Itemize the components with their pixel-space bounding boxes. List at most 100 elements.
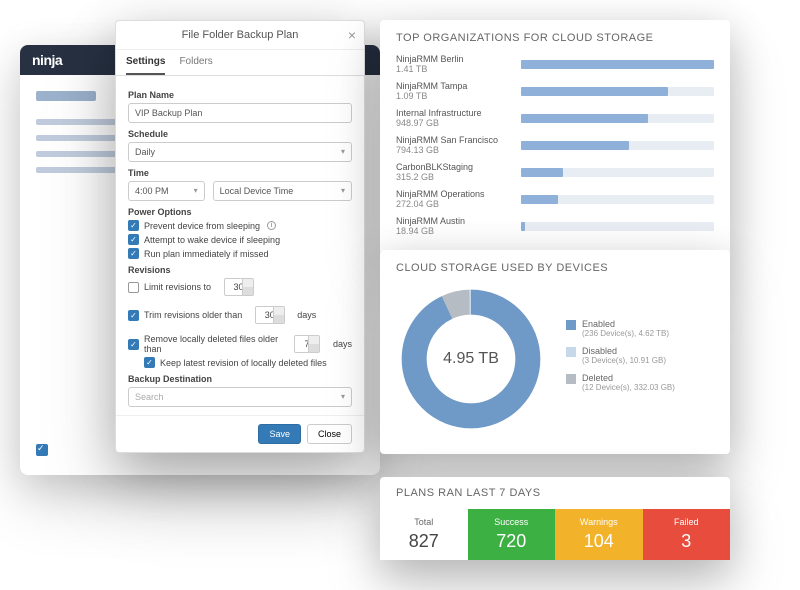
close-icon[interactable]: × <box>348 27 356 43</box>
organization-row[interactable]: Internal Infrastructure948.97 GB <box>396 108 714 128</box>
destination-label: Backup Destination <box>128 374 352 384</box>
plan-fail-label: Failed <box>643 517 731 527</box>
org-name: NinjaRMM Austin <box>396 216 511 226</box>
days-suffix-2: days <box>333 339 352 349</box>
plan-warnings[interactable]: Warnings 104 <box>555 509 643 560</box>
checkbox-limit-revisions[interactable] <box>128 282 139 293</box>
org-bar <box>521 168 563 177</box>
org-bar-bg <box>521 60 714 69</box>
organization-row[interactable]: NinjaRMM San Francisco794.13 GB <box>396 135 714 155</box>
time-label: Time <box>128 168 352 178</box>
checkbox-remove-deleted[interactable] <box>128 339 139 350</box>
tab-folders[interactable]: Folders <box>179 50 212 75</box>
save-button[interactable]: Save <box>258 424 301 444</box>
time-input[interactable]: 4:00 PM <box>128 181 205 201</box>
keep-latest-label: Keep latest revision of locally deleted … <box>160 358 327 368</box>
legend-swatch <box>566 320 576 330</box>
org-name: NinjaRMM Tampa <box>396 81 511 91</box>
org-name: Internal Infrastructure <box>396 108 511 118</box>
legend-swatch <box>566 374 576 384</box>
prevent-sleep-label: Prevent device from sleeping <box>144 221 260 231</box>
checkbox-wake-device[interactable] <box>128 234 139 245</box>
limit-revisions-label: Limit revisions to <box>144 282 211 292</box>
plan-name-label: Plan Name <box>128 90 352 100</box>
top-organizations-card: TOP ORGANIZATIONS FOR CLOUD STORAGE Ninj… <box>380 20 730 255</box>
org-size: 1.41 TB <box>396 64 511 74</box>
org-bar <box>521 141 629 150</box>
org-bar <box>521 222 525 231</box>
legend-item[interactable]: Disabled(3 Device(s), 10.91 GB) <box>566 346 675 365</box>
modal-title-text: File Folder Backup Plan <box>182 29 299 41</box>
info-icon[interactable] <box>267 221 276 230</box>
schedule-select[interactable]: Daily <box>128 142 352 162</box>
legend-label: Enabled <box>582 319 669 329</box>
modal-footer: Save Close <box>116 415 364 452</box>
organization-row[interactable]: CarbonBLKStaging315.2 GB <box>396 162 714 182</box>
checkbox-trim-revisions[interactable] <box>128 310 139 321</box>
org-name: CarbonBLKStaging <box>396 162 511 172</box>
plan-total-label: Total <box>380 517 468 527</box>
trim-revisions-input[interactable]: 30 <box>255 306 285 324</box>
org-bar-bg <box>521 222 714 231</box>
modal-title: File Folder Backup Plan × <box>116 21 364 50</box>
org-bar-bg <box>521 195 714 204</box>
plans-ran-title: PLANS RAN LAST 7 DAYS <box>380 487 730 499</box>
checkbox-keep-latest[interactable] <box>144 357 155 368</box>
org-name: NinjaRMM Berlin <box>396 54 511 64</box>
organization-row[interactable]: NinjaRMM Tampa1.09 TB <box>396 81 714 101</box>
top-organizations-title: TOP ORGANIZATIONS FOR CLOUD STORAGE <box>396 32 714 44</box>
donut-chart: 4.95 TB <box>396 284 546 434</box>
org-bar-bg <box>521 141 714 150</box>
plan-warn-value: 104 <box>555 531 643 552</box>
plan-total: Total 827 <box>380 509 468 560</box>
plan-total-value: 827 <box>380 531 468 552</box>
legend-sub: (12 Device(s), 332.03 GB) <box>582 383 675 392</box>
timezone-select[interactable]: Local Device Time <box>213 181 352 201</box>
organization-row[interactable]: NinjaRMM Operations272.04 GB <box>396 189 714 209</box>
revisions-label: Revisions <box>128 265 352 275</box>
close-button[interactable]: Close <box>307 424 352 444</box>
checkbox-prevent-sleep[interactable] <box>128 220 139 231</box>
organization-list: NinjaRMM Berlin1.41 TB NinjaRMM Tampa1.09… <box>396 54 714 236</box>
organization-row[interactable]: NinjaRMM Berlin1.41 TB <box>396 54 714 74</box>
power-options-label: Power Options <box>128 207 352 217</box>
org-size: 1.09 TB <box>396 91 511 101</box>
legend-label: Disabled <box>582 346 666 356</box>
organization-row[interactable]: NinjaRMM Austin18.94 GB <box>396 216 714 236</box>
destination-search[interactable]: Search <box>128 387 352 407</box>
legend-item[interactable]: Deleted(12 Device(s), 332.03 GB) <box>566 373 675 392</box>
donut-center-value: 4.95 TB <box>396 284 546 434</box>
schedule-label: Schedule <box>128 129 352 139</box>
tab-settings[interactable]: Settings <box>126 50 165 75</box>
legend-sub: (236 Device(s), 4.62 TB) <box>582 329 669 338</box>
cloud-storage-card: CLOUD STORAGE USED BY DEVICES 4.95 TB En… <box>380 250 730 454</box>
trim-revisions-label: Trim revisions older than <box>144 310 242 320</box>
legend-item[interactable]: Enabled(236 Device(s), 4.62 TB) <box>566 319 675 338</box>
days-suffix-1: days <box>297 310 316 320</box>
org-size: 315.2 GB <box>396 172 511 182</box>
plan-failed[interactable]: Failed 3 <box>643 509 731 560</box>
org-bar <box>521 87 668 96</box>
org-bar <box>521 60 714 69</box>
run-missed-label: Run plan immediately if missed <box>144 249 269 259</box>
checkbox-icon[interactable] <box>36 444 48 456</box>
checkbox-run-missed[interactable] <box>128 248 139 259</box>
org-bar-bg <box>521 168 714 177</box>
org-name: NinjaRMM Operations <box>396 189 511 199</box>
limit-revisions-input[interactable]: 30 <box>224 278 254 296</box>
org-size: 794.13 GB <box>396 145 511 155</box>
plan-fail-value: 3 <box>643 531 731 552</box>
legend-swatch <box>566 347 576 357</box>
plan-name-input[interactable]: VIP Backup Plan <box>128 103 352 123</box>
org-bar-bg <box>521 114 714 123</box>
org-name: NinjaRMM San Francisco <box>396 135 511 145</box>
ninja-logo: ninja <box>32 52 62 68</box>
org-bar-bg <box>521 87 714 96</box>
remove-deleted-input[interactable]: 7 <box>294 335 321 353</box>
modal-tabs: Settings Folders <box>116 50 364 76</box>
storage-legend: Enabled(236 Device(s), 4.62 TB)Disabled(… <box>566 319 675 400</box>
plan-success[interactable]: Success 720 <box>468 509 556 560</box>
remove-deleted-label: Remove locally deleted files older than <box>144 334 281 354</box>
org-bar <box>521 114 648 123</box>
org-size: 18.94 GB <box>396 226 511 236</box>
